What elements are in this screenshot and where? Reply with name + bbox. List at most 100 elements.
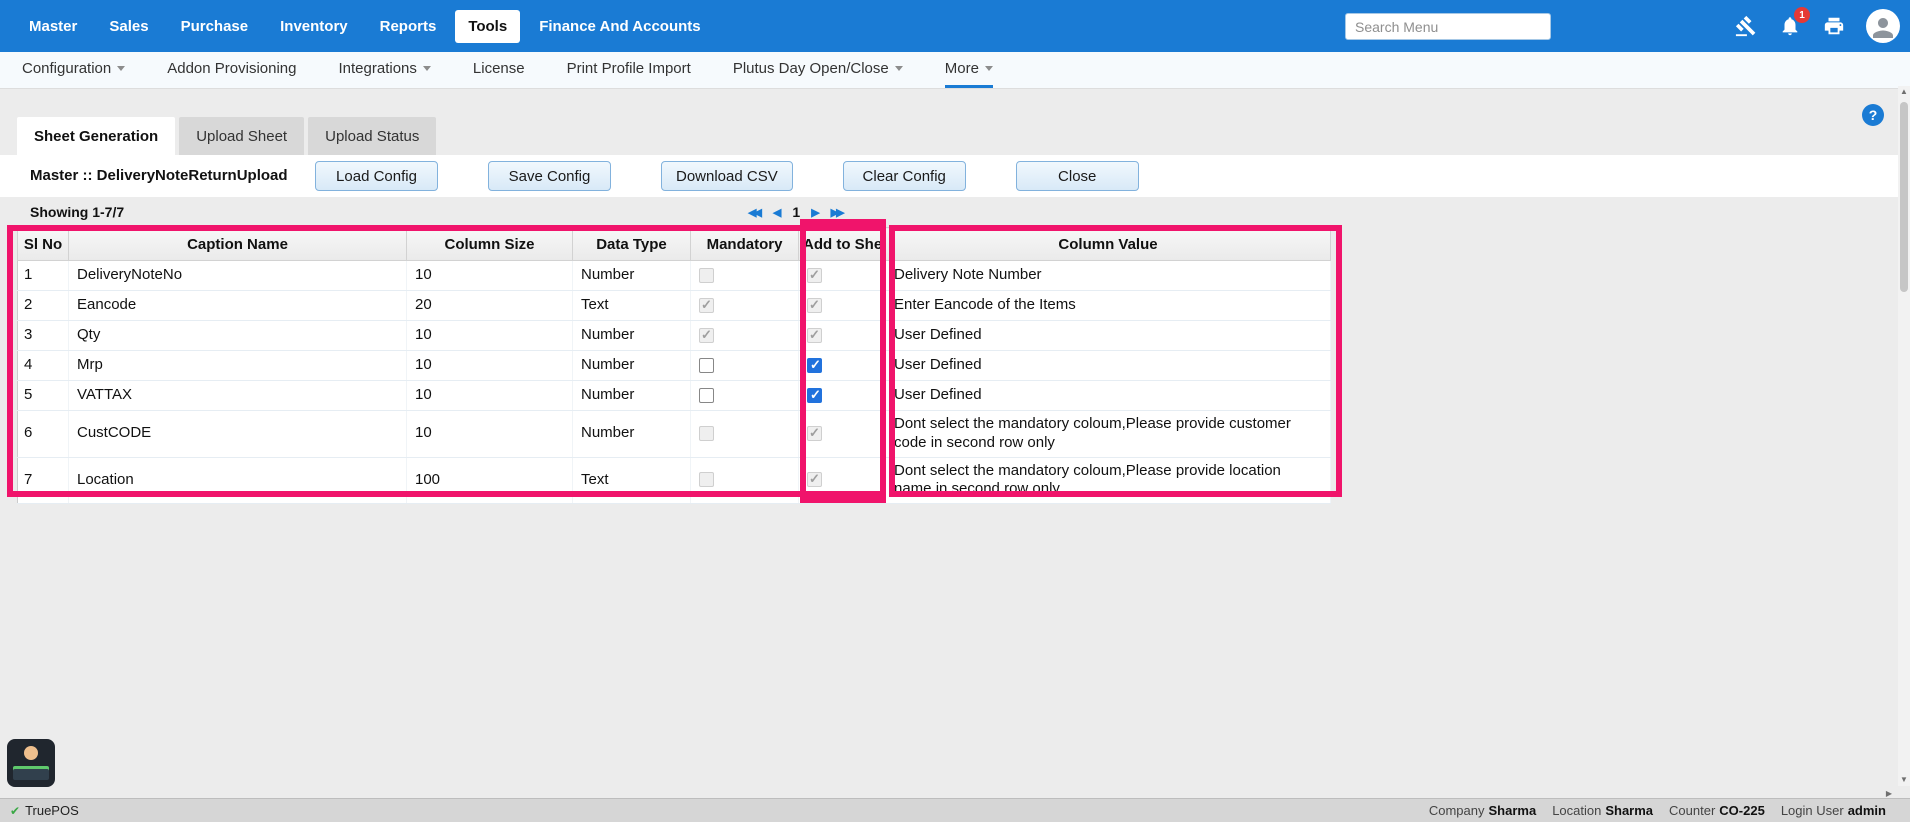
next-page-icon[interactable] — [811, 206, 819, 219]
column-header: Mandatory — [691, 228, 799, 261]
add-to-sheet-checkbox[interactable] — [807, 388, 822, 403]
mandatory-checkbox — [699, 328, 714, 343]
table-row: 1 DeliveryNoteNo 10 Number Delivery Note… — [18, 261, 1331, 291]
column-header: Column Value — [886, 228, 1331, 261]
table-row: 4 Mrp 10 Number User Defined — [18, 351, 1331, 381]
cell-column-size: 10 — [407, 261, 573, 291]
page-title: Master :: DeliveryNoteReturnUpload — [30, 155, 288, 197]
tab[interactable]: Sheet Generation — [17, 117, 175, 155]
cell-column-size: 10 — [407, 381, 573, 411]
cell-caption-name: Mrp — [69, 351, 407, 381]
cell-column-size: 100 — [407, 457, 573, 504]
cell-sl-no: 7 — [18, 457, 69, 504]
status-value: CO-225 — [1719, 803, 1765, 818]
cell-mandatory — [691, 261, 799, 291]
subnav-item[interactable]: Integrations — [339, 52, 431, 88]
topnav-item[interactable]: Sales — [96, 10, 161, 43]
cell-sl-no: 6 — [18, 411, 69, 458]
table-row: 7 Location 100 Text Dont select the mand… — [18, 457, 1331, 504]
cell-sl-no: 2 — [18, 291, 69, 321]
help-icon[interactable]: ? — [1862, 104, 1884, 126]
add-to-sheet-checkbox — [807, 328, 822, 343]
first-page-icon[interactable] — [748, 206, 762, 219]
cell-data-type: Number — [573, 351, 691, 381]
scroll-right-icon[interactable] — [1882, 786, 1896, 800]
subnav-item[interactable]: Addon Provisioning — [167, 52, 296, 88]
bell-icon[interactable]: 1 — [1778, 14, 1802, 38]
cell-column-size: 10 — [407, 321, 573, 351]
cell-column-value: User Defined — [886, 381, 1331, 411]
cell-mandatory — [691, 291, 799, 321]
cell-data-type: Number — [573, 411, 691, 458]
chevron-down-icon — [895, 66, 903, 71]
status-bar: TruePOS CompanySharma LocationSharma Cou… — [0, 798, 1910, 822]
cell-mandatory — [691, 351, 799, 381]
toolbar-button[interactable]: Load Config — [315, 161, 438, 191]
gavel-icon[interactable] — [1734, 14, 1758, 38]
toolbar-button[interactable]: Clear Config — [843, 161, 966, 191]
topnav-item[interactable]: Master — [16, 10, 90, 43]
status-value: Sharma — [1605, 803, 1653, 818]
cell-column-size: 20 — [407, 291, 573, 321]
status-label: Location — [1552, 803, 1601, 818]
topnav-item[interactable]: Tools — [455, 10, 520, 43]
subnav-item[interactable]: License — [473, 52, 525, 88]
printer-icon[interactable] — [1822, 14, 1846, 38]
subnav-item-label: Print Profile Import — [567, 60, 691, 77]
topnav-item[interactable]: Reports — [367, 10, 450, 43]
scroll-up-icon[interactable] — [1900, 86, 1908, 98]
notification-badge: 1 — [1794, 7, 1810, 23]
cell-sl-no: 4 — [18, 351, 69, 381]
subnav-item[interactable]: Print Profile Import — [567, 52, 691, 88]
cell-column-value: Delivery Note Number — [886, 261, 1331, 291]
subnav-item[interactable]: Configuration — [22, 52, 125, 88]
cell-add-to-sheet — [799, 261, 886, 291]
status-label: Company — [1429, 803, 1485, 818]
cell-data-type: Number — [573, 381, 691, 411]
toolbar-button[interactable]: Close — [1016, 161, 1139, 191]
tab-bar: Sheet Generation Upload Sheet Upload Sta… — [17, 117, 436, 155]
add-to-sheet-checkbox — [807, 472, 822, 487]
last-page-icon[interactable] — [831, 206, 845, 219]
topnav-icons: 1 — [1734, 0, 1900, 52]
cell-caption-name: Qty — [69, 321, 407, 351]
mandatory-checkbox[interactable] — [699, 358, 714, 373]
topnav-item[interactable]: Finance And Accounts — [526, 10, 713, 43]
mandatory-checkbox[interactable] — [699, 388, 714, 403]
cell-column-size: 10 — [407, 351, 573, 381]
mandatory-checkbox — [699, 472, 714, 487]
cell-sl-no: 1 — [18, 261, 69, 291]
prev-page-icon[interactable] — [773, 206, 781, 219]
add-to-sheet-checkbox — [807, 268, 822, 283]
add-to-sheet-checkbox — [807, 426, 822, 441]
avatar[interactable] — [1866, 9, 1900, 43]
cell-mandatory — [691, 457, 799, 504]
sub-navigation-bar: Configuration Addon Provisioning Integra… — [0, 52, 1910, 89]
toolbar: Master :: DeliveryNoteReturnUpload Load … — [0, 155, 1898, 197]
cell-caption-name: VATTAX — [69, 381, 407, 411]
scrollbar-thumb[interactable] — [1900, 102, 1908, 292]
add-to-sheet-checkbox[interactable] — [807, 358, 822, 373]
topnav-item[interactable]: Purchase — [168, 10, 262, 43]
table-row: 5 VATTAX 10 Number User Defined — [18, 381, 1331, 411]
cell-add-to-sheet — [799, 381, 886, 411]
topnav-item[interactable]: Inventory — [267, 10, 361, 43]
tab[interactable]: Upload Sheet — [179, 117, 304, 155]
brand-name: TruePOS — [25, 803, 79, 818]
scroll-down-icon[interactable] — [1900, 774, 1908, 786]
add-to-sheet-checkbox — [807, 298, 822, 313]
tab[interactable]: Upload Status — [308, 117, 436, 155]
search-input[interactable] — [1345, 13, 1551, 40]
vertical-scrollbar[interactable] — [1898, 86, 1910, 786]
subnav-item[interactable]: More — [945, 52, 993, 88]
toolbar-button[interactable]: Download CSV — [661, 161, 793, 191]
column-header: Add to Sheet — [799, 228, 886, 261]
subnav-item-label: Plutus Day Open/Close — [733, 60, 889, 77]
subnav-item[interactable]: Plutus Day Open/Close — [733, 52, 903, 88]
toolbar-button[interactable]: Save Config — [488, 161, 611, 191]
cell-mandatory — [691, 321, 799, 351]
status-value: admin — [1848, 803, 1886, 818]
mandatory-checkbox — [699, 426, 714, 441]
subnav-item-label: Integrations — [339, 60, 417, 77]
subnav-item-label: More — [945, 60, 979, 77]
